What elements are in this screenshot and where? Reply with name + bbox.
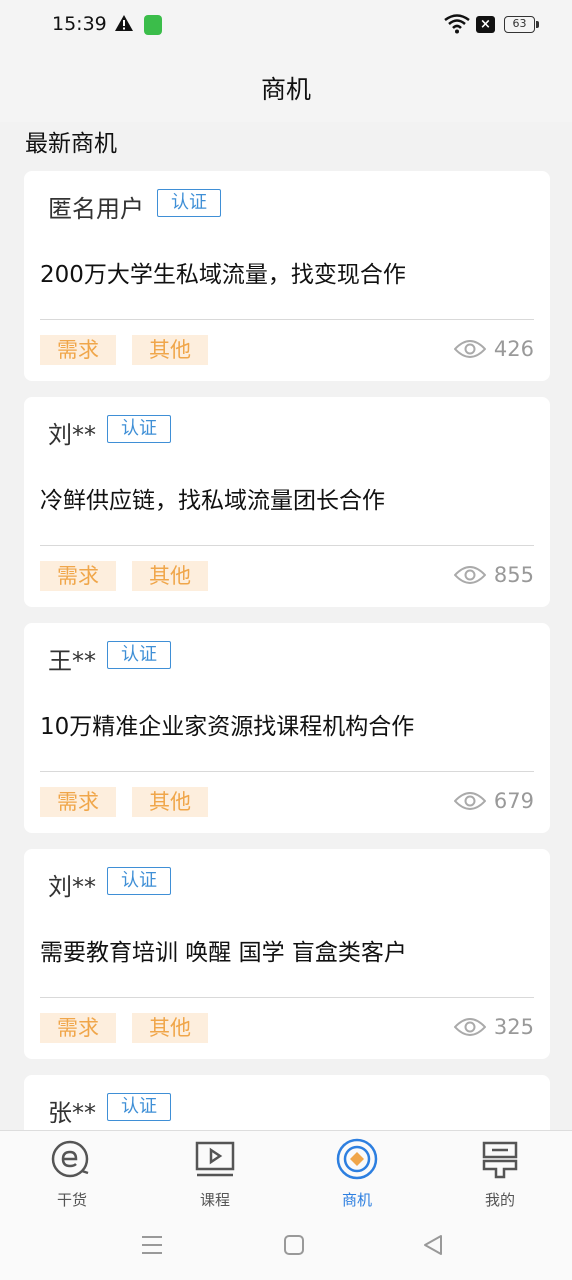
verified-badge: 认证 (107, 641, 171, 669)
card-divider (40, 771, 534, 772)
tag-other: 其他 (132, 1013, 208, 1043)
profile-icon (482, 1141, 518, 1179)
wifi-icon (444, 14, 470, 34)
eye-icon (453, 1018, 486, 1036)
e-dry-goods-icon (51, 1140, 89, 1178)
page-title: 商机 (260, 75, 311, 104)
tag-demand: 需求 (40, 561, 116, 591)
card-description: 冷鲜供应链，找私域流量团长合作 (40, 488, 385, 514)
tag-demand: 需求 (40, 787, 116, 817)
tag-demand: 需求 (40, 335, 116, 365)
card-description: 10万精准企业家资源找课程机构合作 (40, 714, 415, 740)
tag-other: 其他 (132, 787, 208, 817)
no-sim-icon: × (476, 16, 495, 33)
view-count-value: 855 (493, 563, 534, 587)
view-count-value: 426 (493, 337, 534, 361)
verified-badge: 认证 (107, 415, 171, 443)
tab-dry-goods[interactable]: 干货 (22, 1137, 122, 1209)
eye-icon (453, 792, 486, 810)
tab-opportunities[interactable]: 商机 (307, 1137, 407, 1209)
opportunity-card[interactable]: 匿名用户 认证 200万大学生私域流量，找变现合作 需求 其他 426 (24, 171, 550, 381)
battery-icon: 63 (504, 16, 539, 33)
home-icon[interactable] (283, 1234, 305, 1256)
view-count-value: 679 (493, 789, 534, 813)
tag-other: 其他 (132, 561, 208, 591)
card-divider (40, 997, 534, 998)
card-user-name: 刘** (48, 873, 96, 901)
eye-icon (453, 340, 486, 358)
opportunity-card[interactable]: 王** 认证 10万精准企业家资源找课程机构合作 需求 其他 679 (24, 623, 550, 833)
bottom-tab-bar: 干货 课程 商机 我的 (0, 1130, 572, 1211)
status-time: 15:39 (52, 13, 107, 35)
view-count: 679 (453, 789, 534, 813)
view-count: 325 (453, 1015, 534, 1039)
card-user-name: 张** (48, 1099, 96, 1127)
verified-badge: 认证 (107, 867, 171, 895)
card-user-name: 刘** (48, 421, 96, 449)
tab-courses[interactable]: 课程 (165, 1137, 265, 1209)
video-course-icon (195, 1141, 235, 1177)
tab-label: 我的 (484, 1191, 515, 1209)
section-title: 最新商机 (25, 131, 117, 157)
nav-bar: 商机 (0, 52, 572, 122)
back-icon[interactable] (422, 1234, 444, 1256)
card-description: 200万大学生私域流量，找变现合作 (40, 262, 406, 288)
tag-demand: 需求 (40, 1013, 116, 1043)
opportunity-card[interactable]: 刘** 认证 需要教育培训 唤醒 国学 盲盒类客户 需求 其他 325 (24, 849, 550, 1059)
status-bar: 15:39 × 63 (0, 0, 572, 52)
view-count: 855 (453, 563, 534, 587)
warning-icon (115, 15, 133, 31)
card-divider (40, 319, 534, 320)
app-notification-icon (144, 15, 162, 35)
tab-label: 干货 (56, 1191, 87, 1209)
verified-badge: 认证 (157, 189, 221, 217)
card-description: 需要教育培训 唤醒 国学 盲盒类客户 (40, 940, 407, 966)
view-count-value: 325 (493, 1015, 534, 1039)
tab-profile[interactable]: 我的 (450, 1137, 550, 1209)
tag-other: 其他 (132, 335, 208, 365)
system-nav-bar (0, 1210, 572, 1280)
view-count: 426 (453, 337, 534, 361)
card-divider (40, 545, 534, 546)
opportunity-card[interactable]: 刘** 认证 冷鲜供应链，找私域流量团长合作 需求 其他 855 (24, 397, 550, 607)
card-user-name: 匿名用户 (48, 195, 144, 223)
opportunity-card[interactable]: 张** 认证 (24, 1075, 550, 1130)
card-user-name: 王** (48, 647, 96, 675)
verified-badge: 认证 (107, 1093, 171, 1121)
tab-label: 商机 (341, 1191, 372, 1209)
eye-icon (453, 566, 486, 584)
tab-label: 课程 (199, 1191, 230, 1209)
business-opportunity-icon (336, 1138, 378, 1180)
menu-icon[interactable] (141, 1234, 163, 1256)
